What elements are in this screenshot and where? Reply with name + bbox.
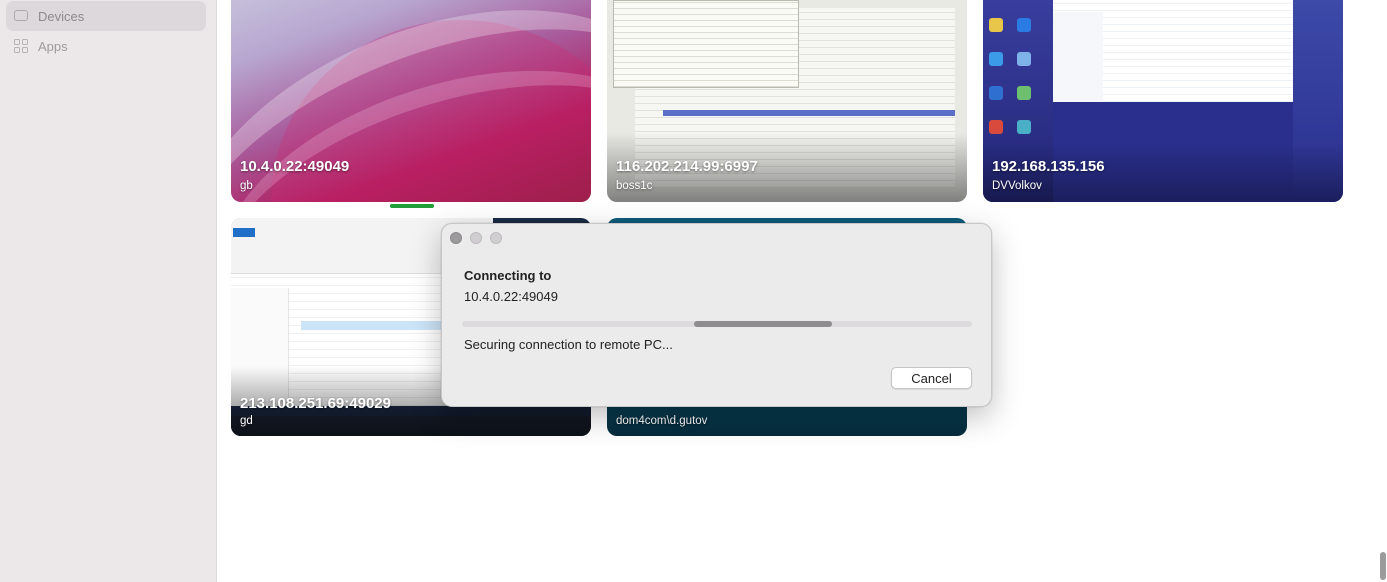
sidebar-item-label: Devices	[38, 8, 85, 24]
device-user: gd	[240, 415, 253, 427]
dialog-address: 10.4.0.22:49049	[464, 289, 558, 304]
scrollbar[interactable]	[1380, 552, 1386, 580]
sidebar-item-apps[interactable]: Apps	[6, 31, 206, 61]
cancel-button[interactable]: Cancel	[891, 367, 972, 389]
device-user: gb	[240, 180, 253, 192]
device-address: 213.108.251.69:49029	[240, 395, 391, 412]
device-user: boss1c	[616, 180, 653, 192]
zoom-window-icon[interactable]	[490, 232, 502, 244]
minimize-window-icon[interactable]	[470, 232, 482, 244]
device-card-1[interactable]: 10.4.0.22:49049 gb	[231, 0, 591, 202]
device-address: 116.202.214.99:6997	[616, 158, 758, 175]
device-user: DVVolkov	[992, 180, 1042, 192]
device-card-3[interactable]: 192.168.135.156 DVVolkov	[983, 0, 1343, 202]
connection-progress-bar	[462, 321, 972, 327]
sidebar: Devices Apps	[0, 0, 217, 582]
monitor-icon	[14, 9, 28, 21]
device-address: 10.4.0.22:49049	[240, 158, 350, 175]
device-user: dom4com\d.gutov	[616, 415, 708, 427]
sidebar-item-devices[interactable]: Devices	[6, 1, 206, 31]
device-address: 192.168.135.156	[992, 158, 1105, 175]
dialog-title: Connecting to	[464, 268, 552, 283]
apps-grid-icon	[14, 39, 28, 53]
dialog-status: Securing connection to remote PC...	[464, 337, 673, 352]
progress-indicator	[694, 321, 832, 327]
device-card-2[interactable]: 116.202.214.99:6997 boss1c	[607, 0, 967, 202]
active-device-indicator	[390, 204, 434, 208]
close-window-icon[interactable]	[450, 232, 462, 244]
sidebar-item-label: Apps	[38, 38, 68, 54]
connecting-dialog: Connecting to 10.4.0.22:49049 Securing c…	[441, 223, 992, 407]
